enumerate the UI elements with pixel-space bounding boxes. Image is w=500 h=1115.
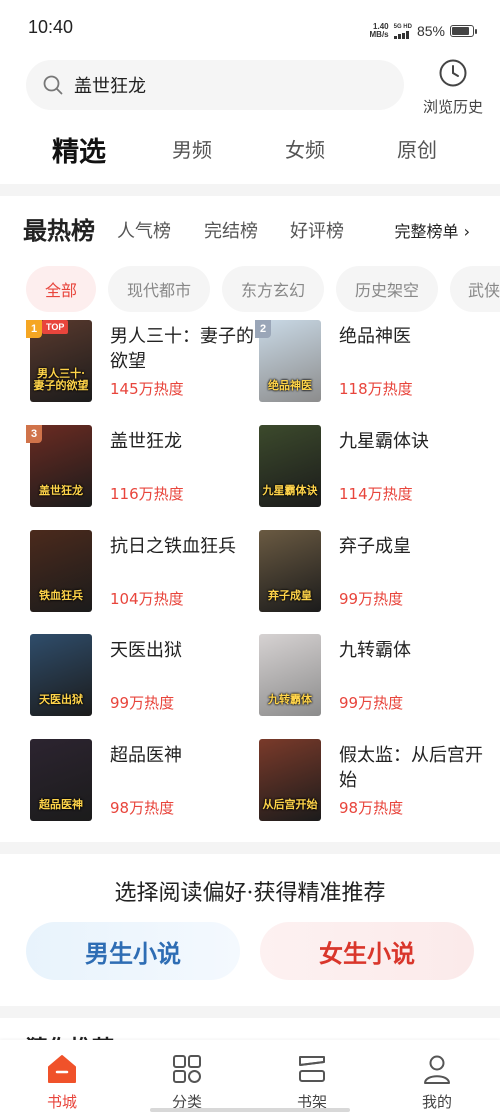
status-time: 10:40 [28, 17, 74, 37]
signal-icon: 5G HD [393, 23, 412, 39]
book-title: 盖世狂龙 [110, 431, 182, 452]
search-query: 盖世狂龙 [74, 76, 146, 97]
book-heat: 114万热度 [339, 485, 413, 503]
book-cover: 超品医神 [30, 739, 92, 821]
battery-percent: 85% [416, 23, 445, 39]
book-item[interactable]: 男人三十·妻子的欲望 1 TOP 男人三十：妻子的欲望 145万热度 [26, 320, 256, 408]
channel-tabs: 精选 男频 女频 原创 [0, 126, 500, 176]
tab-completed[interactable]: 完结榜 [204, 217, 258, 243]
book-item[interactable]: 天医出狱 天医出狱 99万热度 [26, 634, 256, 722]
section-divider [0, 184, 500, 196]
book-title: 绝品神医 [339, 326, 411, 347]
book-heat: 98万热度 [110, 799, 175, 817]
book-heat: 99万热度 [339, 694, 404, 712]
search-icon [42, 74, 64, 96]
book-item[interactable]: 弃子成皇 弃子成皇 99万热度 [255, 530, 485, 618]
ranking-title: 最热榜 [23, 217, 95, 245]
tab-featured[interactable]: 精选 [52, 130, 106, 169]
book-cover: 九转霸体 [259, 634, 321, 716]
bookshelf-icon [299, 1056, 325, 1082]
book-item[interactable]: 九转霸体 九转霸体 99万热度 [255, 634, 485, 722]
history-label: 浏览历史 [422, 98, 483, 116]
chip-wuxia[interactable]: 武侠 [450, 266, 500, 312]
book-cover: 九星霸体诀 [259, 425, 321, 507]
book-item[interactable]: 铁血狂兵 抗日之铁血狂兵 104万热度 [26, 530, 256, 618]
book-title: 天医出狱 [110, 640, 182, 661]
bottom-nav: 书城 分类 书架 我的 [0, 1040, 500, 1115]
search-input[interactable]: 盖世狂龙 [26, 60, 404, 110]
book-heat: 145万热度 [110, 380, 184, 398]
nav-label: 我的 [421, 1093, 452, 1111]
clock-icon [438, 58, 468, 92]
book-cover: 天医出狱 [30, 634, 92, 716]
female-novels-button[interactable]: 女生小说 [260, 922, 474, 980]
tab-original[interactable]: 原创 [397, 134, 437, 163]
status-indicators: 1.40 MB/s 5G HD 85% [369, 18, 477, 44]
book-heat: 99万热度 [339, 590, 404, 608]
male-novels-button[interactable]: 男生小说 [26, 922, 240, 980]
chip-all[interactable]: 全部 [26, 266, 96, 312]
rank-badge: 1 [26, 320, 42, 338]
profile-icon [424, 1055, 450, 1084]
tab-rated[interactable]: 好评榜 [290, 217, 344, 243]
book-title: 九星霸体诀 [339, 431, 429, 452]
rank-badge: 3 [26, 425, 42, 443]
network-type: 5G HD [393, 23, 412, 30]
book-title: 男人三十：妻子的欲望 [110, 326, 254, 372]
book-heat: 118万热度 [339, 380, 413, 398]
home-icon [48, 1055, 76, 1083]
tab-female[interactable]: 女频 [285, 134, 325, 163]
genre-chips: 全部 现代都市 东方玄幻 历史架空 武侠 [26, 266, 500, 312]
book-item[interactable]: 超品医神 超品医神 98万热度 [26, 739, 256, 827]
book-title: 假太监：从后宫开始 [339, 745, 483, 791]
nav-bookstore[interactable]: 书城 [12, 1040, 112, 1115]
home-indicator [150, 1108, 350, 1112]
nav-bookshelf[interactable]: 书架 [262, 1040, 362, 1115]
chip-fantasy[interactable]: 东方玄幻 [222, 266, 324, 312]
nav-category[interactable]: 分类 [137, 1040, 237, 1115]
nav-profile[interactable]: 我的 [387, 1040, 487, 1115]
battery-icon [450, 25, 477, 37]
book-title: 九转霸体 [339, 640, 411, 661]
category-grid-icon [173, 1055, 201, 1083]
book-title: 抗日之铁血狂兵 [110, 536, 236, 557]
tab-male[interactable]: 男频 [172, 134, 212, 163]
nav-label: 书城 [46, 1093, 77, 1111]
full-list-link[interactable]: 完整榜单 › [395, 218, 471, 242]
book-item[interactable]: 绝品神医 2 绝品神医 118万热度 [255, 320, 485, 408]
book-heat: 116万热度 [110, 485, 184, 503]
status-bar: 10:40 1.40 MB/s 5G HD 85% [0, 0, 500, 56]
rank-badge: 2 [255, 320, 271, 338]
book-item[interactable]: 九星霸体诀 九星霸体诀 114万热度 [255, 425, 485, 513]
ranking-header: 最热榜 人气榜 完结榜 好评榜 完整榜单 › [0, 205, 500, 255]
network-speed: 1.40 MB/s [369, 22, 389, 39]
book-item[interactable]: 从后宫开始 假太监：从后宫开始 98万热度 [255, 739, 485, 827]
preference-title: 选择阅读偏好·获得精准推荐 [114, 881, 386, 906]
book-title: 弃子成皇 [339, 536, 411, 557]
book-cover: 从后宫开始 [259, 739, 321, 821]
top-badge: TOP [42, 320, 69, 334]
book-heat: 104万热度 [110, 590, 184, 608]
book-heat: 98万热度 [339, 799, 404, 817]
section-divider [0, 1006, 500, 1018]
chip-history[interactable]: 历史架空 [336, 266, 438, 312]
book-title: 超品医神 [110, 745, 182, 766]
book-heat: 99万热度 [110, 694, 175, 712]
section-divider [0, 842, 500, 854]
book-item[interactable]: 盖世狂龙 3 盖世狂龙 116万热度 [26, 425, 256, 513]
history-button[interactable]: 浏览历史 [418, 58, 488, 116]
tab-popularity[interactable]: 人气榜 [117, 217, 171, 243]
book-cover: 弃子成皇 [259, 530, 321, 612]
chip-urban[interactable]: 现代都市 [108, 266, 210, 312]
book-cover: 铁血狂兵 [30, 530, 92, 612]
